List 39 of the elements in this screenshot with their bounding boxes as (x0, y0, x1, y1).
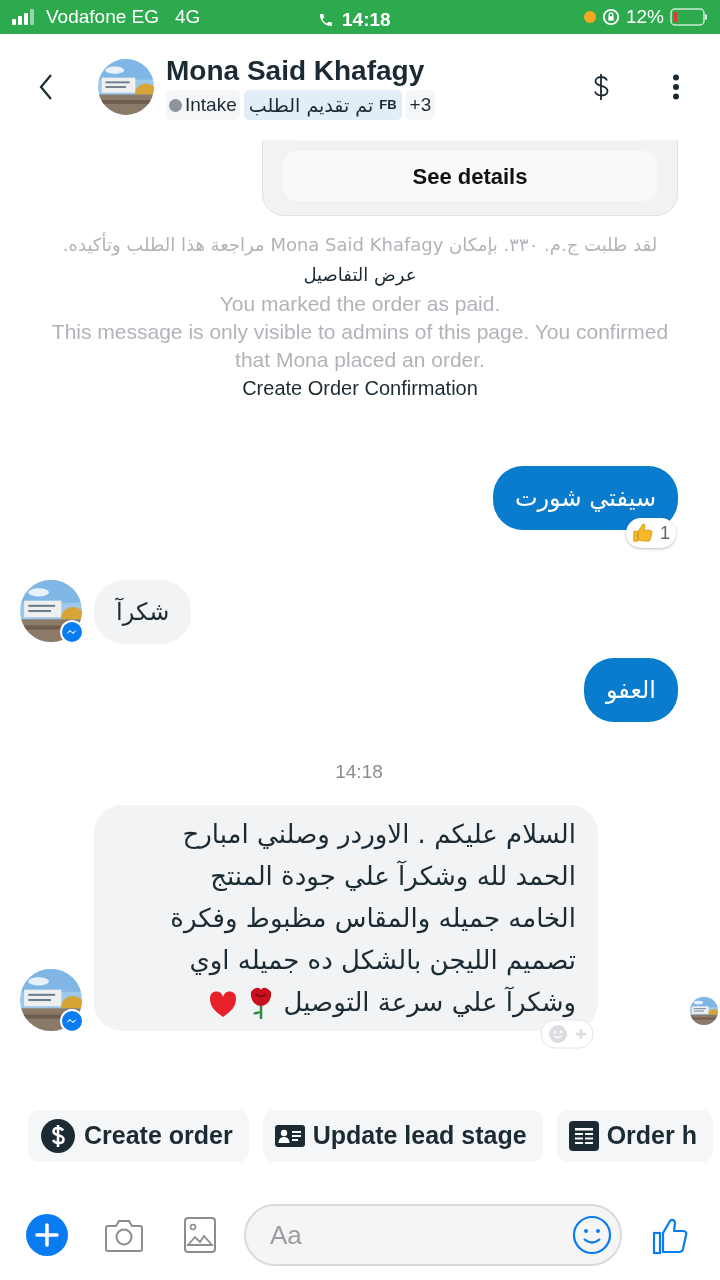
table-icon (568, 1121, 599, 1151)
system-message: This message is only visible to admins of this page. You confirmed that Mona placed an order. (50, 319, 670, 373)
received-message-bubble: شكرآ (94, 580, 192, 644)
more-labels-badge[interactable]: +3 (405, 90, 436, 120)
back-icon[interactable] (38, 73, 54, 101)
emoji-icon[interactable] (572, 1215, 612, 1255)
id-card-icon (274, 1125, 305, 1147)
create-order-confirmation-link[interactable]: Create Order Confirmation (242, 374, 478, 402)
system-message: You marked the order as paid. (219, 291, 501, 317)
stage-label: Intake (185, 92, 237, 117)
phone-icon (318, 12, 334, 29)
carrier-name: Vodafone EG (46, 4, 160, 29)
image-icon[interactable] (184, 1217, 216, 1253)
lead-stage-badge[interactable]: Intake (166, 90, 240, 120)
battery-icon (670, 7, 708, 27)
more-options-icon[interactable] (672, 74, 680, 100)
quick-reply-button[interactable]: Create order (28, 1110, 249, 1162)
rotation-lock-icon (601, 8, 620, 26)
view-details-link[interactable]: عرض التفاصيل (303, 264, 417, 285)
quick-reply-button[interactable]: Order h (556, 1110, 713, 1162)
tag-source: FB (379, 96, 397, 115)
network-type: 4G (175, 4, 201, 29)
tag-text: تم تقديم الطلب (248, 92, 374, 119)
dollar-icon[interactable] (592, 73, 610, 101)
dollar-icon (40, 1118, 76, 1154)
camera-icon[interactable] (104, 1217, 144, 1253)
battery-percentage: 12% (625, 4, 664, 29)
add-icon[interactable] (26, 1214, 68, 1256)
system-message: لقد طلبت ج.م. ٣٣٠. بإمكان Mona Said Khafagy مراجعة هذا الطلب وتأكيده. عرض التفاصيل (61, 231, 659, 288)
messenger-badge-icon (60, 620, 84, 644)
messenger-badge-icon (60, 1008, 84, 1033)
contact-name: Mona Said Khafagy (166, 54, 426, 88)
quick-reply-button[interactable]: Update lead stage (262, 1110, 543, 1162)
thumbs-up-icon (632, 522, 654, 544)
sent-message-bubble: العفو (583, 658, 678, 722)
message-input[interactable]: Aa (244, 1204, 622, 1266)
timestamp: 14:18 (335, 760, 383, 784)
clock-time: 14:18 (342, 8, 391, 32)
see-details-button[interactable]: See details (283, 151, 657, 201)
